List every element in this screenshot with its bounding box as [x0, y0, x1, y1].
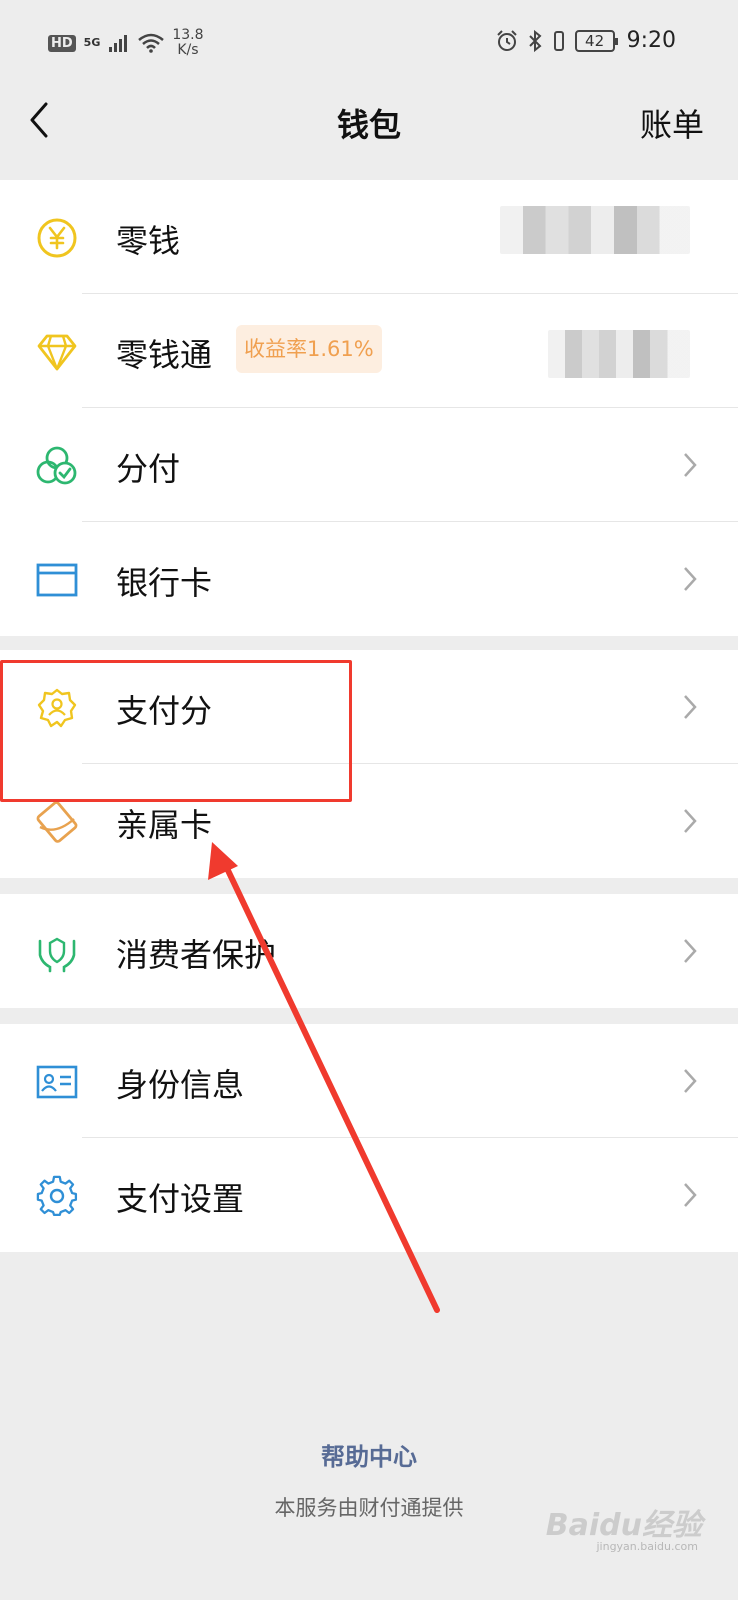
- signal-icon: [109, 35, 128, 52]
- list-item-label: 分付: [116, 450, 181, 488]
- balance-blurred: [500, 206, 690, 254]
- chevron-right-icon: [684, 453, 697, 477]
- chevron-right-icon: [684, 939, 697, 963]
- diamond-icon: [37, 334, 77, 371]
- list-item-label: 银行卡: [116, 564, 213, 602]
- page-title: 钱包: [336, 106, 401, 144]
- network-speed: 13.8 K/s: [172, 28, 203, 58]
- watermark-logo: Baidu经验: [545, 1508, 702, 1543]
- clock: 9:20: [626, 28, 676, 53]
- yuan-coin-icon: [37, 218, 77, 258]
- list-item-lingqiantong[interactable]: 零钱通 收益率1.61%: [0, 294, 738, 408]
- bank-card-icon: [36, 563, 78, 597]
- network-type: 5G: [83, 36, 101, 49]
- list-item-label: 身份信息: [116, 1066, 245, 1104]
- family-card-icon: [36, 801, 78, 843]
- id-card-icon: [36, 1065, 78, 1099]
- speed-unit: K/s: [177, 42, 199, 58]
- chevron-right-icon: [684, 1183, 697, 1207]
- annotation-highlight-box: [0, 660, 352, 802]
- vibrate-icon: [553, 30, 564, 51]
- list-item-label: 支付设置: [116, 1180, 245, 1218]
- yield-rate-badge: 收益率1.61%: [236, 325, 382, 373]
- wallet-group-3: 消费者保护: [0, 894, 738, 1008]
- status-bar: HD 5G 13.8 K/s 42 9:20: [0, 0, 738, 82]
- chevron-right-icon: [684, 809, 697, 833]
- nav-bar: 钱包 账单: [0, 82, 738, 180]
- list-item-bank-card[interactable]: 银行卡: [0, 522, 738, 636]
- list-item-payment-settings[interactable]: 支付设置: [0, 1138, 738, 1252]
- bluetooth-icon: [528, 29, 542, 52]
- balance-blurred: [548, 330, 690, 378]
- three-circles-check-icon: [36, 446, 77, 485]
- list-item-label: 零钱: [116, 222, 181, 260]
- status-right: 42 9:20: [495, 28, 676, 53]
- hands-shield-icon: [38, 937, 76, 973]
- chevron-right-icon: [684, 695, 697, 719]
- help-center-link[interactable]: 帮助中心: [0, 1437, 738, 1472]
- alarm-icon: [496, 29, 517, 51]
- bill-button[interactable]: 账单: [640, 100, 704, 146]
- hd-indicator: HD: [48, 34, 76, 52]
- list-item-consumer-protection[interactable]: 消费者保护: [0, 894, 738, 1008]
- status-left: HD 5G 13.8 K/s: [48, 28, 204, 58]
- battery-indicator: 42: [574, 29, 618, 52]
- chevron-right-icon: [684, 1069, 697, 1093]
- watermark-url: jingyan.baidu.com: [596, 1540, 698, 1553]
- list-item-identity-info[interactable]: 身份信息: [0, 1024, 738, 1138]
- gear-icon: [36, 1175, 78, 1217]
- chevron-right-icon: [684, 567, 697, 591]
- wifi-icon: [138, 33, 165, 53]
- wallet-group-4: 身份信息 支付设置: [0, 1024, 738, 1252]
- list-item-label: 零钱通: [116, 336, 213, 374]
- list-item-change[interactable]: 零钱: [0, 180, 738, 294]
- wallet-group-1: 零钱 零钱通 收益率1.61% 分付 银行卡: [0, 180, 738, 636]
- speed-value: 13.8: [172, 27, 204, 43]
- list-item-label: 亲属卡: [116, 806, 213, 844]
- list-item-label: 消费者保护: [116, 936, 277, 974]
- list-item-fenfu[interactable]: 分付: [0, 408, 738, 522]
